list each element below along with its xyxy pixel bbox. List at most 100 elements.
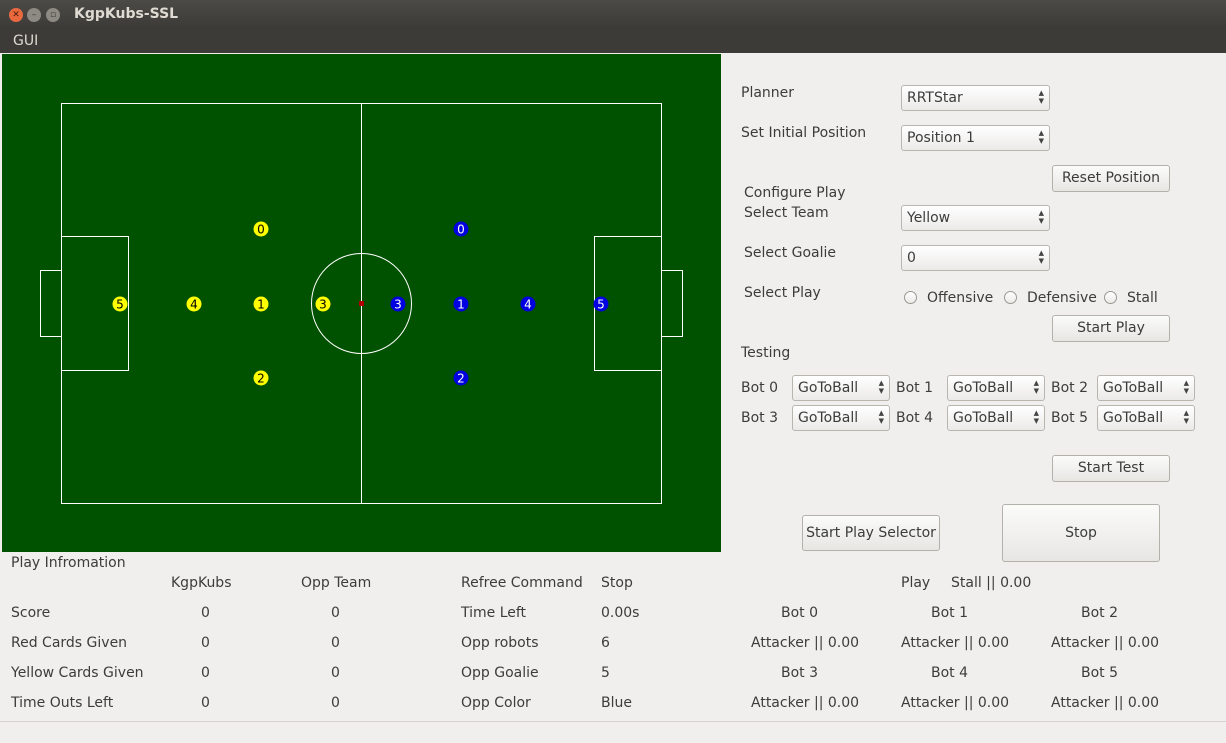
bot-3-status: Attacker || 0.00: [751, 695, 860, 711]
select-team-value: Yellow: [907, 210, 951, 226]
bot-0-name: Bot 0: [781, 605, 819, 621]
bot-2-name: Bot 2: [1081, 605, 1119, 621]
select-team-select[interactable]: Yellow ▲ ▼: [901, 205, 1050, 231]
test-bot-1-select[interactable]: GoToBall ▲ ▼: [947, 375, 1045, 401]
spinner-arrows-icon: ▲ ▼: [1038, 209, 1044, 225]
timeouts-label: Time Outs Left: [11, 695, 114, 711]
left-goal: [40, 270, 62, 337]
start-test-button[interactable]: Start Test: [1052, 455, 1170, 482]
right-goal: [661, 270, 683, 337]
radio-stall-label: Stall: [1127, 290, 1158, 306]
test-bot-4-value: GoToBall: [953, 410, 1014, 426]
red-cards-kgp-value: 0: [201, 635, 210, 651]
red-cards-opp-value: 0: [331, 635, 340, 651]
bot-0-status: Attacker || 0.00: [751, 635, 860, 651]
col-header-kgpkubs: KgpKubs: [171, 575, 232, 591]
reset-position-button[interactable]: Reset Position: [1052, 165, 1170, 192]
spinner-arrows-icon: ▲ ▼: [878, 379, 884, 395]
select-goalie-value: 0: [907, 250, 916, 266]
radio-stall[interactable]: [1104, 291, 1117, 304]
planner-value: RRTStar: [907, 90, 963, 106]
score-label: Score: [11, 605, 51, 621]
test-bot-5-select[interactable]: GoToBall ▲ ▼: [1097, 405, 1195, 431]
yellow-bot-0-label: 0: [257, 223, 265, 237]
opp-goalie-label: Opp Goalie: [461, 665, 539, 681]
test-bot-2-select[interactable]: GoToBall ▲ ▼: [1097, 375, 1195, 401]
ball: [359, 301, 364, 306]
spinner-arrows-icon: ▲ ▼: [1033, 379, 1039, 395]
start-play-selector-button[interactable]: Start Play Selector: [802, 515, 940, 551]
test-bot-0-value: GoToBall: [798, 380, 859, 396]
test-bot-3-value: GoToBall: [798, 410, 859, 426]
blue-bot-2-label: 2: [457, 372, 465, 386]
bot-5-name: Bot 5: [1081, 665, 1119, 681]
initial-position-select[interactable]: Position 1 ▲ ▼: [901, 125, 1050, 151]
radio-defensive-label: Defensive: [1027, 290, 1097, 306]
bot-4-name: Bot 4: [931, 665, 969, 681]
spinner-arrows-icon: ▲ ▼: [1038, 249, 1044, 265]
close-icon[interactable]: ✕: [9, 8, 23, 22]
test-bot-5-value: GoToBall: [1103, 410, 1164, 426]
maximize-icon[interactable]: ▫: [46, 8, 60, 22]
radio-defensive[interactable]: [1004, 291, 1017, 304]
menu-gui[interactable]: GUI: [13, 33, 38, 49]
configure-play-label: Configure Play: [744, 185, 846, 201]
initial-position-label: Set Initial Position: [741, 125, 867, 141]
opp-color-label: Opp Color: [461, 695, 531, 711]
referee-command-label: Refree Command: [461, 575, 583, 591]
window-title: KgpKubs-SSL: [74, 6, 179, 22]
opp-color-value: Blue: [601, 695, 632, 711]
spinner-arrows-icon: ▲ ▼: [1033, 409, 1039, 425]
score-opp-value: 0: [331, 605, 340, 621]
start-play-button[interactable]: Start Play: [1052, 315, 1170, 342]
test-bot-0-label: Bot 0: [741, 380, 779, 396]
blue-bot-0-label: 0: [457, 223, 465, 237]
opp-robots-value: 6: [601, 635, 610, 651]
title-bar: ✕ – ▫ KgpKubs-SSL: [0, 0, 1226, 30]
radio-offensive-label: Offensive: [927, 290, 994, 306]
minimize-icon[interactable]: –: [27, 8, 41, 22]
play-information-title: Play Infromation: [11, 555, 126, 571]
yellow-cards-kgp-value: 0: [201, 665, 210, 681]
yellow-bot-1-label: 1: [257, 298, 265, 312]
blue-bot-3-label: 3: [394, 298, 402, 312]
radio-offensive[interactable]: [904, 291, 917, 304]
menu-bar: GUI: [0, 30, 1226, 53]
initial-position-value: Position 1: [907, 130, 975, 146]
opp-robots-label: Opp robots: [461, 635, 539, 651]
select-goalie-label: Select Goalie: [744, 245, 837, 261]
field-canvas: 0 1 2 3 4 5 0 1 2 3 4 5: [40, 103, 683, 504]
bot-5-status: Attacker || 0.00: [1051, 695, 1160, 711]
spinner-arrows-icon: ▲ ▼: [1038, 89, 1044, 105]
test-bot-3-label: Bot 3: [741, 410, 779, 426]
test-bot-1-value: GoToBall: [953, 380, 1014, 396]
blue-bot-5-label: 5: [597, 298, 605, 312]
planner-label: Planner: [741, 85, 795, 101]
bot-1-name: Bot 1: [931, 605, 969, 621]
play-value: Stall || 0.00: [951, 575, 1032, 591]
spinner-arrows-icon: ▲ ▼: [1183, 409, 1189, 425]
bot-3-name: Bot 3: [781, 665, 819, 681]
planner-select[interactable]: RRTStar ▲ ▼: [901, 85, 1050, 111]
select-goalie-select[interactable]: 0 ▲ ▼: [901, 245, 1050, 271]
time-left-value: 0.00s: [601, 605, 640, 621]
bot-2-status: Attacker || 0.00: [1051, 635, 1160, 651]
yellow-bot-3-label: 3: [319, 298, 327, 312]
test-bot-3-select[interactable]: GoToBall ▲ ▼: [792, 405, 890, 431]
status-bar: [0, 721, 1226, 743]
yellow-cards-label: Yellow Cards Given: [11, 665, 144, 681]
stop-button[interactable]: Stop: [1002, 504, 1160, 562]
yellow-cards-opp-value: 0: [331, 665, 340, 681]
spinner-arrows-icon: ▲ ▼: [878, 409, 884, 425]
test-bot-0-select[interactable]: GoToBall ▲ ▼: [792, 375, 890, 401]
yellow-bot-4-label: 4: [190, 298, 198, 312]
play-label: Play: [901, 575, 931, 591]
test-bot-5-label: Bot 5: [1051, 410, 1089, 426]
timeouts-opp-value: 0: [331, 695, 340, 711]
bot-1-status: Attacker || 0.00: [901, 635, 1010, 651]
testing-label: Testing: [741, 345, 791, 361]
test-bot-2-value: GoToBall: [1103, 380, 1164, 396]
blue-bot-4-label: 4: [524, 298, 532, 312]
test-bot-4-select[interactable]: GoToBall ▲ ▼: [947, 405, 1045, 431]
yellow-bot-2-label: 2: [257, 372, 265, 386]
